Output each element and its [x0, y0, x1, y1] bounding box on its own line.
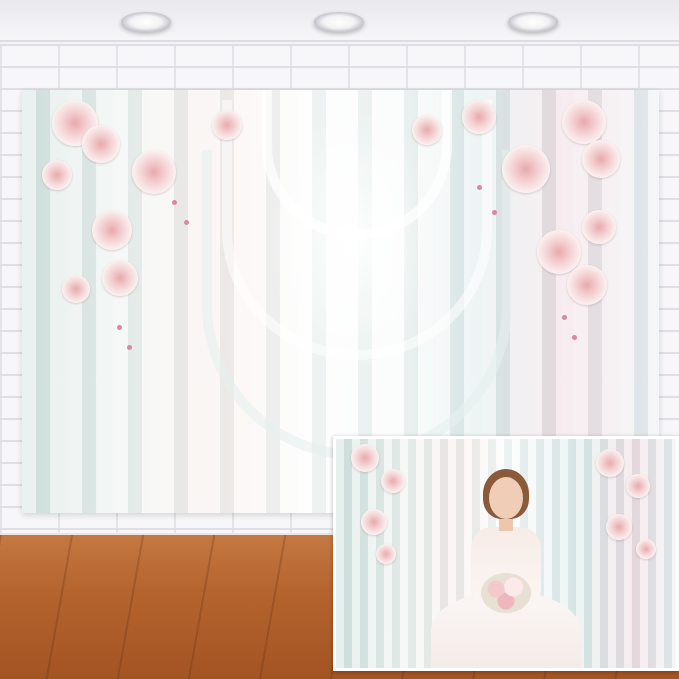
- rose-flower: [351, 444, 379, 472]
- rose-flower: [537, 230, 581, 274]
- rose-flower: [582, 210, 616, 244]
- rose-flower: [361, 509, 387, 535]
- rose-flower: [92, 210, 132, 250]
- rose-flower: [381, 469, 405, 493]
- rose-flower: [212, 110, 242, 140]
- rose-flower: [562, 100, 606, 144]
- rose-flower: [502, 145, 550, 193]
- rose-flower: [62, 275, 90, 303]
- pink-blossom: [477, 185, 482, 190]
- pink-blossom: [127, 345, 132, 350]
- rose-flower: [606, 514, 632, 540]
- rose-flower: [132, 150, 176, 194]
- drape-swag: [202, 150, 512, 460]
- rose-flower: [596, 449, 624, 477]
- ceiling-light: [121, 12, 171, 32]
- product-photo: [0, 0, 679, 679]
- rose-flower: [376, 544, 396, 564]
- rose-flower: [82, 125, 120, 163]
- rose-flower: [102, 260, 138, 296]
- bride-preview-inset: [333, 436, 679, 671]
- rose-flower: [42, 160, 72, 190]
- rose-flower: [626, 474, 650, 498]
- bride-face: [489, 477, 523, 519]
- pink-blossom: [172, 200, 177, 205]
- ceiling-light: [314, 12, 364, 32]
- rose-flower: [582, 140, 620, 178]
- rose-bouquet: [481, 573, 531, 613]
- pink-blossom: [184, 220, 189, 225]
- rose-flower: [567, 265, 607, 305]
- rose-flower: [462, 100, 496, 134]
- ceiling-light: [508, 12, 558, 32]
- pink-blossom: [572, 335, 577, 340]
- bride-figure: [431, 461, 581, 668]
- rose-flower: [636, 539, 656, 559]
- pink-blossom: [492, 210, 497, 215]
- rose-flower: [412, 115, 442, 145]
- pink-blossom: [562, 315, 567, 320]
- pink-blossom: [117, 325, 122, 330]
